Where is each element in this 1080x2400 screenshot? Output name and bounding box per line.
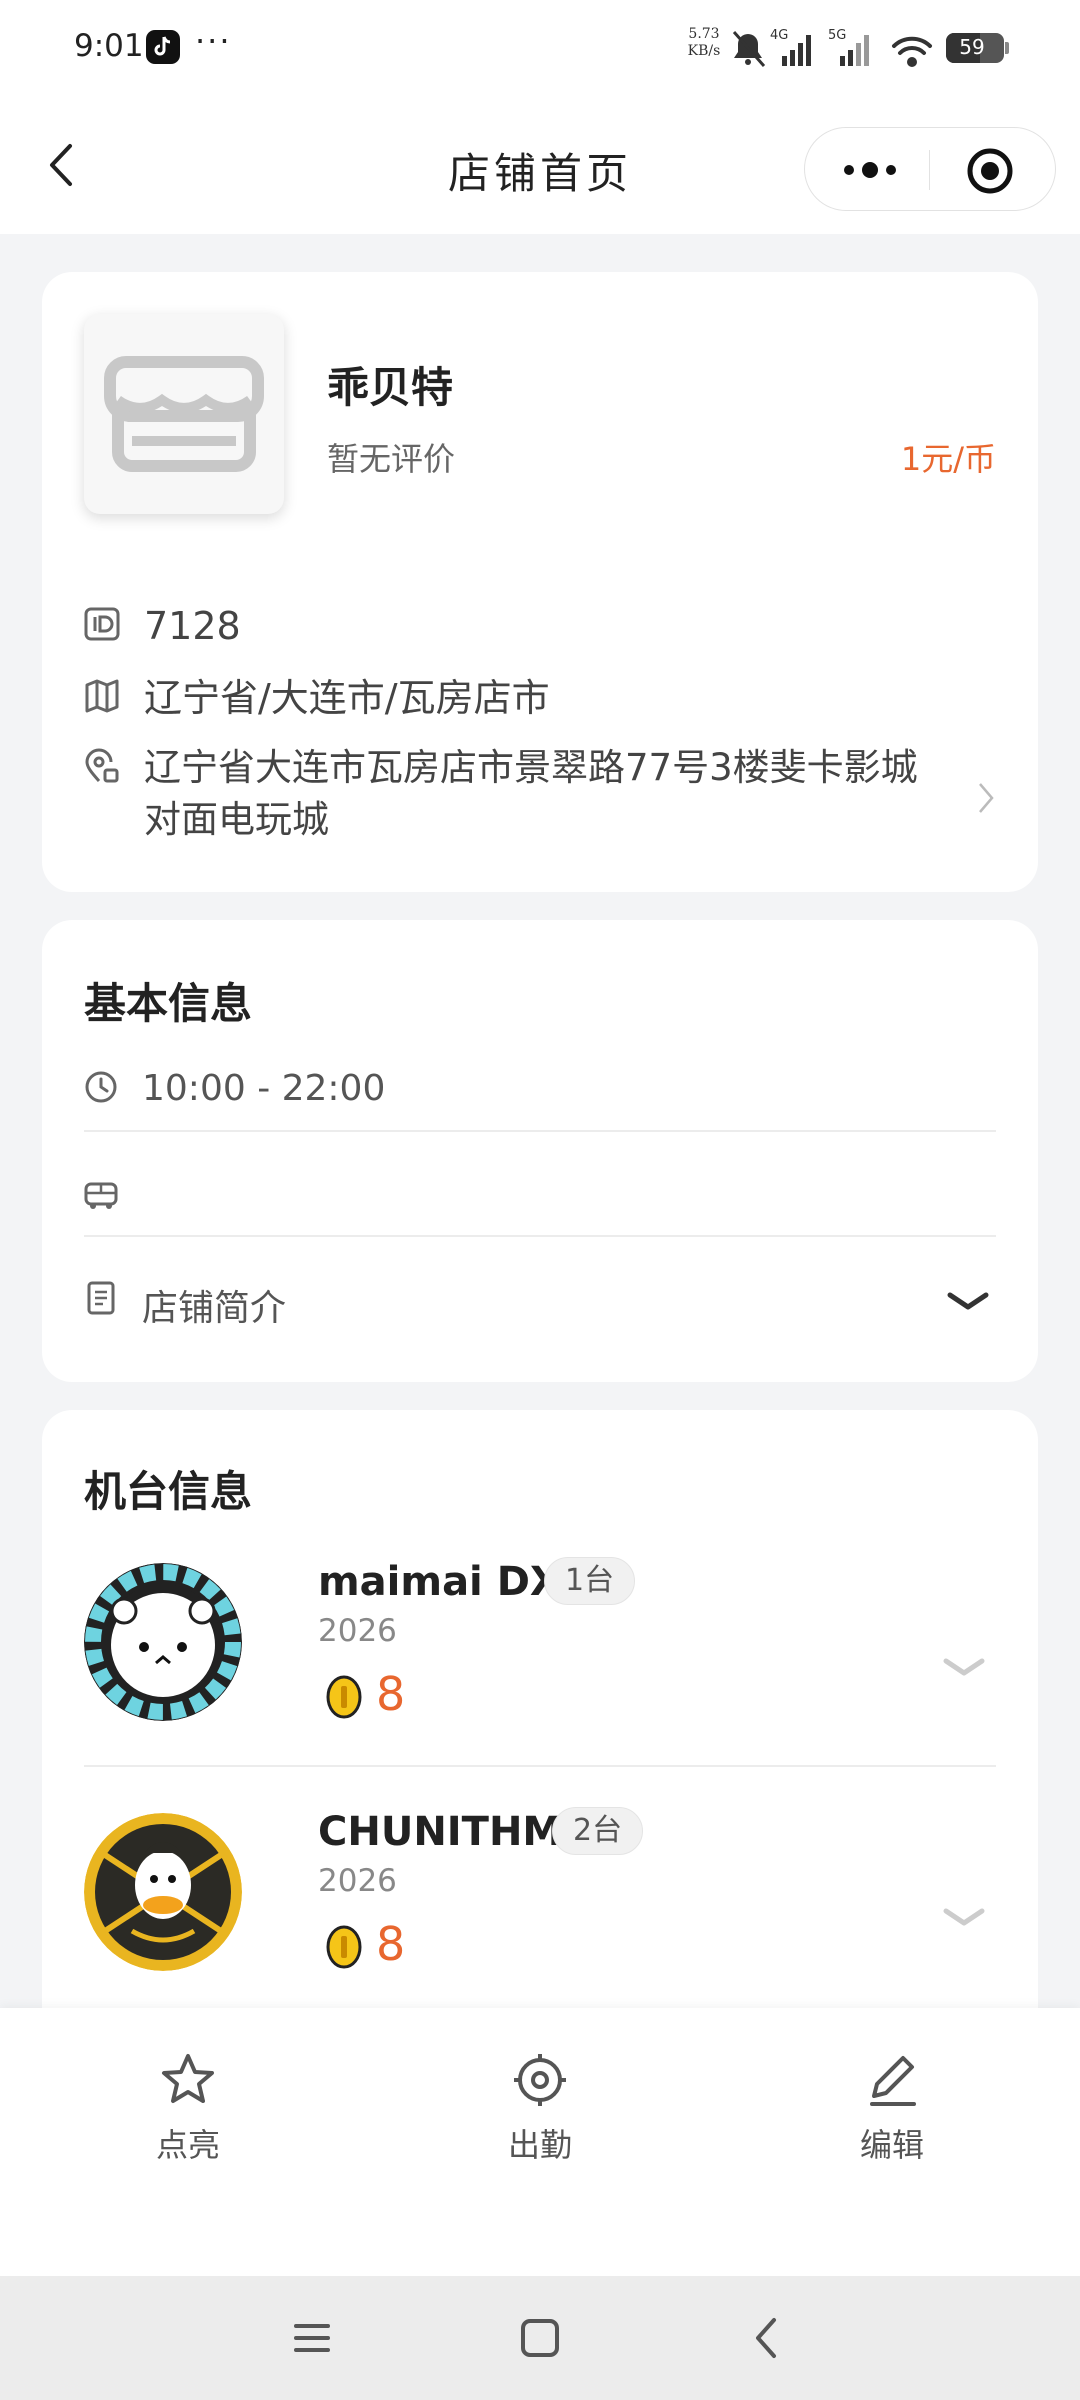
chunithm-avatar bbox=[84, 1813, 242, 1971]
system-nav-bar bbox=[0, 2276, 1080, 2400]
clock-icon bbox=[85, 1071, 117, 1103]
machine-name: maimai DX bbox=[318, 1559, 561, 1605]
attend-label: 出勤 bbox=[507, 2126, 572, 2164]
edit-button[interactable]: 编辑 bbox=[812, 2050, 972, 2180]
store-card: 乖贝特 暂无评价 1元/币 7128 辽宁省/大连市/瓦房店市 辽宁省大连市瓦房… bbox=[42, 272, 1038, 892]
close-mini-program-icon[interactable] bbox=[965, 146, 1015, 196]
chevron-right-icon bbox=[979, 783, 994, 813]
coin-price: 1元/币 bbox=[900, 440, 996, 478]
system-back-icon[interactable] bbox=[738, 2312, 798, 2364]
status-icons: 4G 5G bbox=[732, 28, 932, 67]
shop-icon bbox=[104, 356, 264, 472]
store-rating: 暂无评价 bbox=[327, 440, 456, 478]
net-speed: 5.73 KB/s bbox=[680, 26, 728, 60]
status-bar: 9:01 ··· 5.73 KB/s 4G 5G 59 bbox=[0, 0, 1080, 100]
machine-version: 2026 bbox=[318, 1863, 397, 1899]
edit-label: 编辑 bbox=[859, 2126, 924, 2164]
machine-version: 2026 bbox=[318, 1613, 397, 1649]
chevron-down-icon[interactable] bbox=[942, 1655, 986, 1679]
mini-program-capsule bbox=[804, 127, 1056, 211]
basic-info-card: 基本信息 10:00 - 22:00 店铺简介 bbox=[42, 920, 1038, 1382]
store-address: 辽宁省大连市瓦房店市景翠路77号3楼斐卡影城对面电玩城 bbox=[144, 746, 918, 841]
machine-price: 8 bbox=[376, 1667, 406, 1721]
status-time: 9:01 bbox=[74, 28, 144, 64]
status-more-icon: ··· bbox=[195, 22, 232, 60]
divider bbox=[84, 1235, 996, 1237]
battery-level: 59 bbox=[959, 35, 985, 59]
machine-item[interactable]: maimai DX 1台 2026 8 bbox=[84, 1555, 996, 1755]
coin-icon bbox=[326, 1925, 362, 1969]
map-icon bbox=[85, 679, 119, 713]
machine-item[interactable]: CHUNITHM 2台 2026 8 bbox=[84, 1805, 996, 2005]
store-intro-label: 店铺简介 bbox=[142, 1288, 287, 1329]
more-options-icon[interactable] bbox=[835, 150, 905, 190]
store-id: 7128 bbox=[144, 604, 241, 648]
target-icon bbox=[514, 2054, 566, 2106]
machines-title: 机台信息 bbox=[84, 1467, 253, 1516]
nav-bar: 店铺首页 bbox=[0, 100, 1080, 234]
attend-button[interactable]: 出勤 bbox=[460, 2050, 620, 2180]
store-name: 乖贝特 bbox=[327, 363, 454, 412]
chevron-down-icon[interactable] bbox=[942, 1905, 986, 1929]
address-row[interactable]: 辽宁省大连市瓦房店市景翠路77号3楼斐卡影城对面电玩城 bbox=[84, 742, 996, 852]
pencil-icon bbox=[870, 2056, 916, 2106]
coin-icon bbox=[326, 1675, 362, 1719]
chevron-down-icon[interactable] bbox=[946, 1289, 990, 1313]
recent-apps-icon[interactable] bbox=[282, 2312, 342, 2364]
location-pin-icon bbox=[85, 748, 119, 783]
machine-price: 8 bbox=[376, 1917, 406, 1971]
divider bbox=[84, 1130, 996, 1132]
basic-info-title: 基本信息 bbox=[84, 979, 253, 1028]
store-logo bbox=[84, 314, 284, 514]
wifi-icon bbox=[892, 36, 932, 67]
mute-bell-icon bbox=[732, 31, 766, 67]
opening-hours: 10:00 - 22:00 bbox=[142, 1068, 386, 1109]
store-intro-row[interactable]: 店铺简介 bbox=[84, 1265, 996, 1345]
transport-row bbox=[84, 1160, 996, 1230]
region-row: 辽宁省/大连市/瓦房店市 bbox=[84, 672, 996, 724]
store-id-row: 7128 bbox=[84, 600, 996, 652]
net-speed-value: 5.73 bbox=[688, 26, 720, 42]
home-icon[interactable] bbox=[510, 2312, 570, 2364]
maimai-avatar bbox=[84, 1563, 242, 1721]
id-icon bbox=[84, 607, 120, 641]
bus-icon bbox=[84, 1182, 118, 1209]
divider bbox=[84, 1765, 996, 1767]
screen: 9:01 ··· 5.73 KB/s 4G 5G 59 店铺首页 乖贝特 暂无评… bbox=[0, 0, 1080, 2400]
light-up-label: 点亮 bbox=[155, 2126, 220, 2164]
machine-count-badge: 2台 bbox=[552, 1807, 644, 1855]
hours-row: 10:00 - 22:00 bbox=[84, 1050, 996, 1130]
star-icon bbox=[162, 2054, 214, 2103]
light-up-button[interactable]: 点亮 bbox=[108, 2050, 268, 2180]
tiktok-notification-icon bbox=[146, 30, 180, 64]
machines-card: 机台信息 maimai DX 1台 2026 8 CHUNITHM 2台 202… bbox=[42, 1410, 1038, 2050]
signal-type-2: 5G bbox=[828, 28, 846, 43]
machine-count-badge: 1台 bbox=[544, 1557, 636, 1605]
net-speed-unit: KB/s bbox=[687, 43, 721, 59]
document-icon bbox=[87, 1281, 115, 1315]
battery-icon: 59 bbox=[946, 33, 1009, 63]
machine-name: CHUNITHM bbox=[318, 1809, 563, 1855]
signal-type-1: 4G bbox=[770, 28, 788, 43]
store-region: 辽宁省/大连市/瓦房店市 bbox=[144, 676, 550, 720]
bottom-action-bar: 点亮 出勤 编辑 bbox=[0, 2008, 1080, 2276]
